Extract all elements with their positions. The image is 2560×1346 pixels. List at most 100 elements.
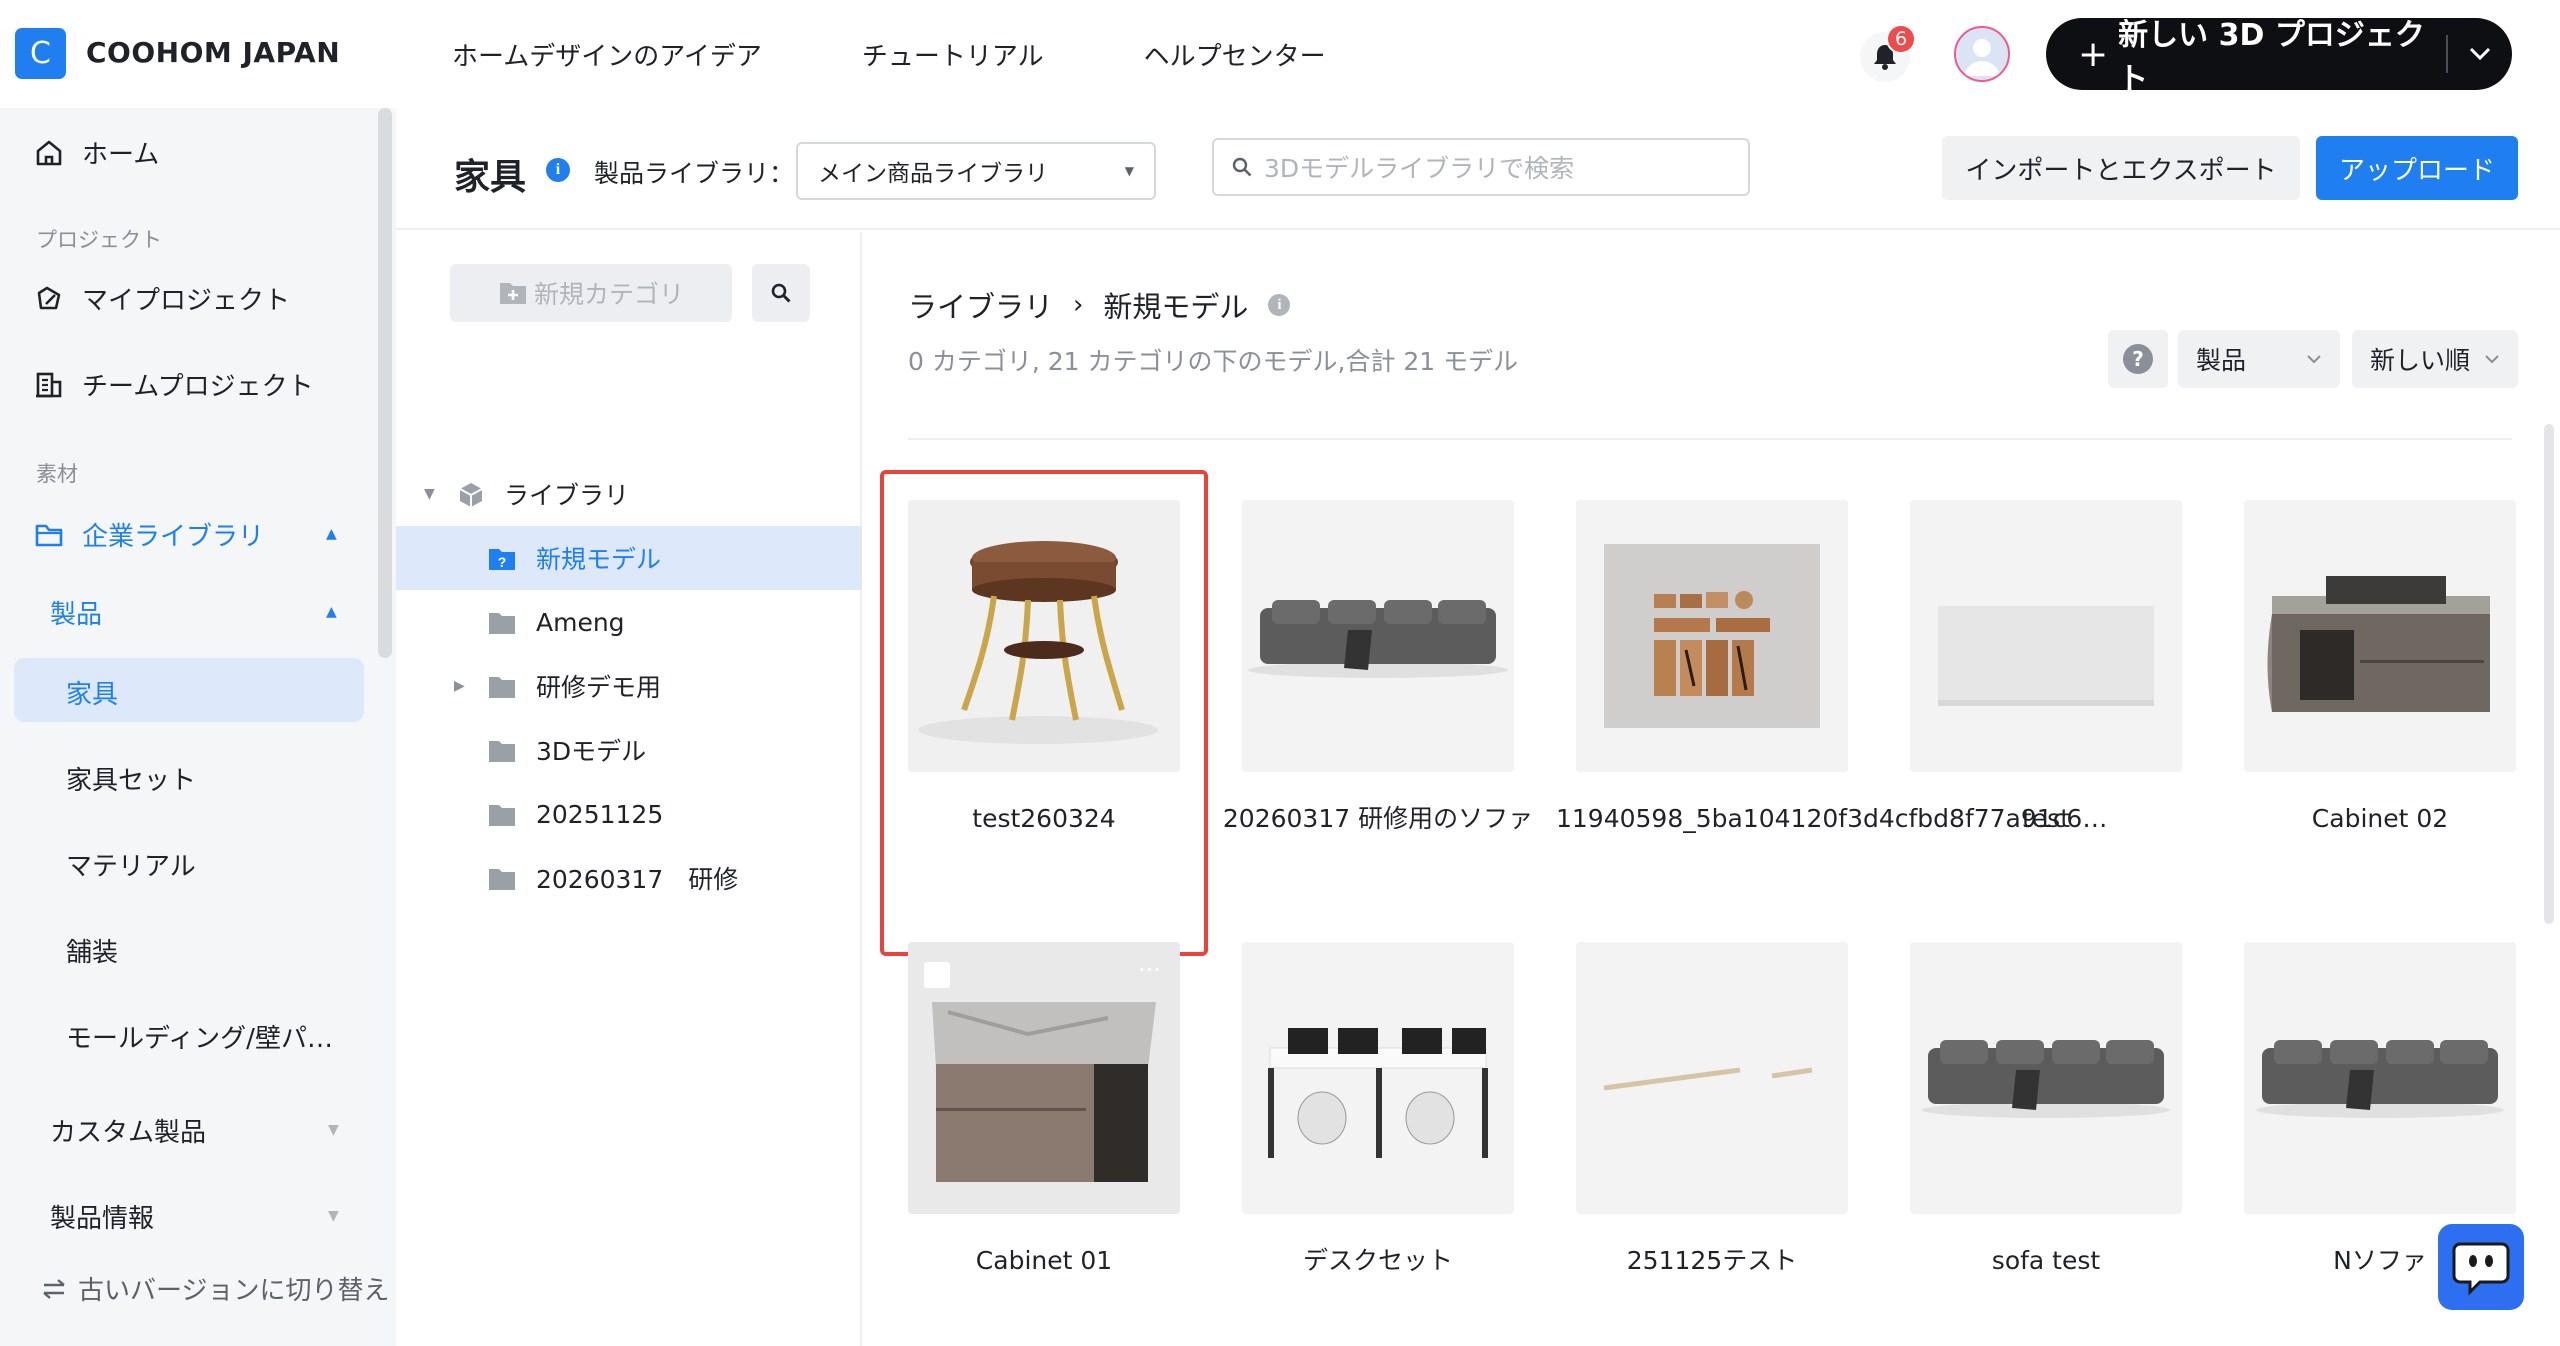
logo-letter: C bbox=[30, 36, 51, 71]
model-thumbnail[interactable] bbox=[1910, 500, 2182, 772]
tree-item-label: 3Dモデル bbox=[536, 737, 647, 766]
new-category-button[interactable]: 新規カテゴリ bbox=[450, 264, 732, 322]
sidebar-item-material[interactable]: マテリアル bbox=[66, 846, 196, 883]
model-thumbnail[interactable] bbox=[1576, 942, 1848, 1214]
model-search-input[interactable]: 3Dモデルライブラリで検索 bbox=[1212, 138, 1750, 196]
swap-icon bbox=[43, 1278, 65, 1299]
sidebar-item-enterprise-library[interactable]: 企業ライブラリ bbox=[34, 516, 264, 553]
tree-item-training-demo[interactable]: ▶ 研修デモ用 bbox=[396, 654, 862, 718]
model-thumbnail[interactable] bbox=[1576, 500, 1848, 772]
sidebar-item-team-project[interactable]: チームプロジェクト bbox=[34, 366, 314, 403]
more-options-icon[interactable]: ··· bbox=[1138, 956, 1161, 984]
side-table-image bbox=[908, 500, 1180, 772]
sidebar-enterprise-library-label: 企業ライブラリ bbox=[82, 522, 265, 552]
model-name: 11940598_5ba104120f3d4cfbd8f77a91c6… bbox=[1556, 804, 2108, 833]
info-icon[interactable]: i bbox=[1268, 294, 1291, 316]
tree-item-20260317[interactable]: 20260317 研修 bbox=[396, 846, 862, 910]
pencil-box-icon bbox=[37, 286, 61, 309]
switch-old-version-label: 古いバージョンに切り替え bbox=[78, 1276, 390, 1306]
upload-button[interactable]: アップロード bbox=[2316, 136, 2518, 200]
search-icon bbox=[1232, 157, 1252, 177]
library-select-value: メイン商品ライブラリ bbox=[818, 161, 1048, 187]
sidebar-product-info-label: 製品情報 bbox=[50, 1204, 155, 1234]
library-select[interactable]: メイン商品ライブラリ ▼ bbox=[796, 142, 1156, 200]
sidebar-item-custom-products[interactable]: カスタム製品 bbox=[50, 1112, 206, 1149]
desk-set-image bbox=[1242, 942, 1514, 1214]
product-filter-dropdown[interactable]: 製品 bbox=[2178, 330, 2340, 388]
sort-dropdown[interactable]: 新しい順 bbox=[2352, 330, 2518, 388]
sidebar-item-paving[interactable]: 舗装 bbox=[66, 932, 118, 969]
tree-item-new-models[interactable]: ? 新規モデル bbox=[396, 526, 862, 590]
import-export-button[interactable]: インポートとエクスポート bbox=[1942, 136, 2300, 200]
tree-item-label: Ameng bbox=[536, 607, 625, 637]
search-icon bbox=[771, 283, 791, 303]
breadcrumb: ライブラリ › 新規モデル i bbox=[908, 284, 1291, 326]
new-category-label: 新規カテゴリ bbox=[533, 280, 684, 309]
model-thumbnail[interactable] bbox=[1242, 942, 1514, 1214]
model-thumbnail[interactable]: ··· bbox=[908, 942, 1180, 1214]
brand-logo-icon[interactable]: C bbox=[15, 28, 66, 79]
sidebar-scrollbar[interactable] bbox=[378, 108, 392, 658]
new-project-dropdown[interactable] bbox=[2448, 47, 2512, 61]
brand-name[interactable]: COOHOM JAPAN bbox=[86, 36, 340, 69]
user-avatar[interactable] bbox=[1954, 26, 2010, 82]
tree-root-library[interactable]: ▼ ライブラリ bbox=[396, 462, 862, 526]
sidebar-molding-label: モールディング/壁パ… bbox=[66, 1024, 333, 1054]
home-icon bbox=[36, 140, 62, 165]
help-button[interactable]: ? bbox=[2108, 330, 2168, 388]
select-checkbox[interactable] bbox=[924, 962, 950, 988]
model-count-summary: 0 カテゴリ, 21 カテゴリの下のモデル,合計 21 モデル bbox=[908, 347, 1519, 376]
tree-item-3d-models[interactable]: 3Dモデル bbox=[396, 718, 862, 782]
tree-item-20251125[interactable]: 20251125 bbox=[396, 782, 862, 846]
model-thumbnail[interactable] bbox=[2244, 500, 2516, 772]
new-project-label: 新しい 3D プロジェクト bbox=[2118, 18, 2425, 97]
sidebar-item-molding[interactable]: モールディング/壁パ… bbox=[66, 1018, 333, 1055]
new-3d-project-button[interactable]: + 新しい 3D プロジェクト bbox=[2046, 18, 2512, 97]
sidebar-item-product-info[interactable]: 製品情報 bbox=[50, 1198, 154, 1235]
caret-up-icon[interactable]: ▲ bbox=[326, 604, 337, 620]
svg-text:?: ? bbox=[498, 554, 507, 570]
switch-old-version-link[interactable]: 古いバージョンに切り替え bbox=[40, 1270, 389, 1307]
cabinet-image bbox=[2244, 500, 2516, 772]
top-header: C COOHOM JAPAN ホームデザインのアイデア チュートリアル ヘルプセ… bbox=[0, 0, 2560, 108]
tree-item-label: 新規モデル bbox=[536, 545, 662, 574]
caret-up-icon[interactable]: ▲ bbox=[326, 526, 337, 542]
rail-image bbox=[1576, 942, 1848, 1214]
model-name: test260324 bbox=[972, 804, 1116, 833]
model-name: 20260317 研修用のソファ bbox=[1222, 804, 1534, 833]
sidebar-item-furniture-set[interactable]: 家具セット bbox=[66, 760, 196, 797]
sidebar-item-products[interactable]: 製品 bbox=[50, 594, 102, 631]
tree-item-label: 研修デモ用 bbox=[536, 673, 662, 702]
sidebar-item-home[interactable]: ホーム bbox=[34, 134, 159, 171]
nav-help-center[interactable]: ヘルプセンター bbox=[1144, 36, 1326, 73]
model-name: Cabinet 02 bbox=[2311, 804, 2449, 833]
model-thumbnail[interactable] bbox=[908, 500, 1180, 772]
chevron-down-icon bbox=[2485, 355, 2499, 364]
model-thumbnail[interactable] bbox=[1242, 500, 1514, 772]
caret-down-icon[interactable]: ▼ bbox=[328, 1208, 339, 1224]
caret-down-icon[interactable]: ▼ bbox=[424, 486, 435, 502]
breadcrumb-library[interactable]: ライブラリ bbox=[908, 284, 1053, 326]
chat-support-button[interactable] bbox=[2438, 1224, 2524, 1310]
sidebar-item-furniture[interactable]: 家具 bbox=[66, 674, 118, 711]
breadcrumb-current: 新規モデル bbox=[1103, 290, 1249, 324]
folder-icon bbox=[489, 613, 515, 634]
model-thumbnail[interactable] bbox=[1910, 942, 2182, 1214]
nav-home-design-ideas[interactable]: ホームデザインのアイデア bbox=[452, 36, 762, 73]
folder-icon bbox=[35, 524, 63, 546]
sidebar-item-my-project[interactable]: マイプロジェクト bbox=[34, 280, 290, 317]
product-filter-label: 製品 bbox=[2196, 346, 2247, 375]
folder-icon bbox=[489, 677, 515, 698]
content-scrollbar[interactable] bbox=[2544, 424, 2554, 924]
caret-down-icon[interactable]: ▼ bbox=[328, 1122, 339, 1138]
model-thumbnail[interactable] bbox=[2244, 942, 2516, 1214]
nav-tutorial[interactable]: チュートリアル bbox=[862, 36, 1044, 73]
wood-samples-image bbox=[1576, 500, 1848, 772]
folder-icon bbox=[489, 869, 515, 890]
sidebar-products-label: 製品 bbox=[50, 600, 103, 630]
sort-label: 新しい順 bbox=[2370, 346, 2471, 375]
info-icon[interactable]: i bbox=[546, 158, 570, 182]
tree-search-button[interactable] bbox=[752, 264, 810, 322]
caret-right-icon[interactable]: ▶ bbox=[454, 678, 465, 694]
tree-item-ameng[interactable]: Ameng bbox=[396, 590, 862, 654]
